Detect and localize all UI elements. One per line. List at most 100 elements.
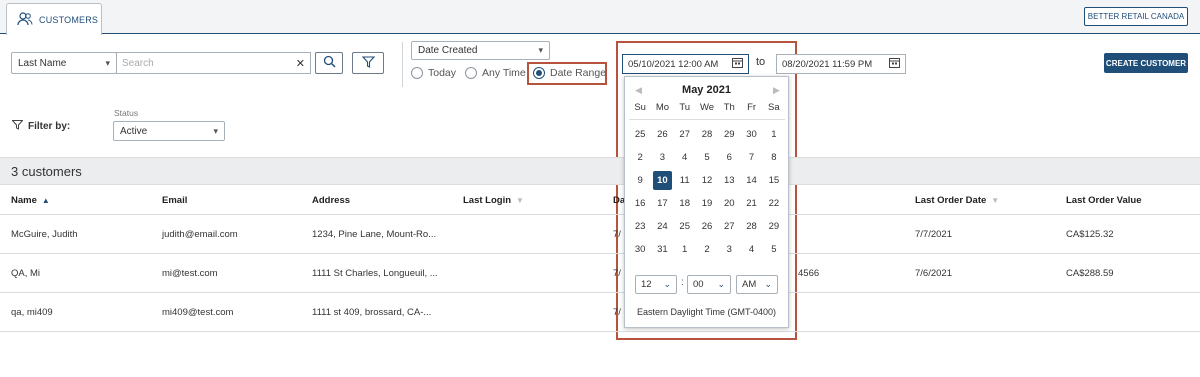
cell-name: McGuire, Judith: [11, 228, 78, 240]
ampm-select[interactable]: AM ⌄: [736, 275, 778, 294]
calendar-day[interactable]: 1: [763, 123, 785, 146]
col-header-label: Last Login: [463, 194, 512, 206]
calendar-day[interactable]: 15: [763, 169, 785, 192]
minute-select[interactable]: 00 ⌄: [687, 275, 731, 294]
search-field-select[interactable]: Last Name ▾: [11, 52, 117, 74]
date-type-value: Date Created: [418, 45, 478, 56]
col-header-name[interactable]: Name ▲: [11, 186, 50, 214]
radio-circle: [465, 67, 477, 79]
calendar-day[interactable]: 29: [718, 123, 740, 146]
calendar-day[interactable]: 17: [651, 192, 673, 215]
col-header-address[interactable]: Address: [312, 186, 350, 214]
col-header-label: Last Order Date: [915, 194, 987, 206]
col-header-label: Last Order Value: [1066, 194, 1142, 206]
calendar-icon[interactable]: [732, 57, 743, 71]
calendar-day[interactable]: 13: [718, 169, 740, 192]
calendar-day[interactable]: 5: [763, 238, 785, 261]
day-grid: 25 26 27 28 29 30 1 2 3 4 5 6 7 8 9 10 11 12 13 14 15 16 17 18 1…: [629, 123, 785, 261]
calendar-day[interactable]: 28: [740, 215, 762, 238]
date-to-value: 08/20/2021 11:59 PM: [782, 58, 873, 70]
tab-customers[interactable]: CUSTOMERS: [6, 3, 102, 35]
chevron-down-icon: ▾: [213, 125, 218, 136]
calendar-day[interactable]: 21: [740, 192, 762, 215]
calendar-day[interactable]: 10: [651, 169, 673, 192]
day-number: 3: [659, 152, 666, 163]
calendar-day[interactable]: 31: [651, 238, 673, 261]
cell-name: QA, Mi: [11, 267, 41, 279]
search-icon: [323, 55, 336, 71]
calendar-day[interactable]: 1: [674, 238, 696, 261]
calendar-day[interactable]: 28: [696, 123, 718, 146]
radio-any-time[interactable]: Any Time: [465, 67, 526, 79]
calendar-day[interactable]: 29: [763, 215, 785, 238]
day-number: 4: [748, 244, 755, 255]
calendar-day[interactable]: 27: [674, 123, 696, 146]
store-button[interactable]: BETTER RETAIL CANADA: [1084, 7, 1188, 26]
next-month-icon[interactable]: ▶: [773, 85, 780, 96]
calendar-day[interactable]: 4: [674, 146, 696, 169]
calendar-day[interactable]: 12: [696, 169, 718, 192]
calendar-day[interactable]: 14: [740, 169, 762, 192]
day-number: 11: [679, 175, 690, 186]
day-number: 16: [634, 198, 646, 209]
calendar-day[interactable]: 25: [674, 215, 696, 238]
calendar-day[interactable]: 26: [651, 123, 673, 146]
calendar-day[interactable]: 3: [651, 146, 673, 169]
status-select[interactable]: Active ▾: [113, 121, 225, 141]
calendar-day[interactable]: 30: [629, 238, 651, 261]
radio-today[interactable]: Today: [411, 67, 456, 79]
radio-date-range[interactable]: Date Range: [533, 67, 606, 79]
date-picker-popup: ◀ May 2021 ▶ Su Mo Tu We Th Fr Sa 25 26 27 28 29 30…: [624, 76, 789, 328]
calendar-icon[interactable]: [889, 57, 900, 71]
day-number: 23: [634, 221, 646, 232]
table-row[interactable]: McGuire, Judith judith@email.com 1234, P…: [0, 215, 1200, 253]
calendar-day[interactable]: 2: [629, 146, 651, 169]
calendar-day[interactable]: 26: [696, 215, 718, 238]
col-header-last-login[interactable]: Last Login ▼: [463, 186, 524, 214]
day-number: 9: [637, 175, 643, 186]
calendar-day[interactable]: 19: [696, 192, 718, 215]
cell-last-order-date: 7/6/2021: [915, 267, 952, 279]
day-number: 30: [634, 244, 646, 255]
calendar-day[interactable]: 25: [629, 123, 651, 146]
calendar-day[interactable]: 8: [763, 146, 785, 169]
calendar-day[interactable]: 9: [629, 169, 651, 192]
hour-value: 12: [641, 279, 652, 290]
clear-icon[interactable]: ✕: [296, 57, 305, 70]
calendar-day[interactable]: 18: [674, 192, 696, 215]
calendar-day[interactable]: 2: [696, 238, 718, 261]
day-number: 18: [679, 198, 690, 209]
table-row[interactable]: QA, Mi mi@test.com 1111 St Charles, Long…: [0, 254, 1200, 292]
calendar-day[interactable]: 7: [740, 146, 762, 169]
results-band: [0, 157, 1200, 185]
calendar-day[interactable]: 30: [740, 123, 762, 146]
radio-label: Any Time: [482, 67, 526, 79]
col-header-last-order-value[interactable]: Last Order Value: [1066, 186, 1142, 214]
calendar-day[interactable]: 23: [629, 215, 651, 238]
calendar-day[interactable]: 24: [651, 215, 673, 238]
hour-select[interactable]: 12 ⌄: [635, 275, 677, 294]
col-header-email[interactable]: Email: [162, 186, 187, 214]
calendar-day[interactable]: 27: [718, 215, 740, 238]
calendar-day[interactable]: 4: [740, 238, 762, 261]
calendar-day[interactable]: 3: [718, 238, 740, 261]
filter-button[interactable]: [352, 52, 384, 74]
calendar-day[interactable]: 6: [718, 146, 740, 169]
search-button[interactable]: [315, 52, 343, 74]
day-number: 26: [657, 129, 668, 140]
table-row[interactable]: qa, mi409 mi409@test.com 1111 st 409, br…: [0, 293, 1200, 331]
day-number: 6: [726, 152, 732, 163]
col-header-last-order-date[interactable]: Last Order Date ▼: [915, 186, 999, 214]
calendar-day[interactable]: 16: [629, 192, 651, 215]
calendar-day[interactable]: 11: [674, 169, 696, 192]
create-customer-button[interactable]: CREATE CUSTOMER: [1104, 53, 1188, 73]
date-type-select[interactable]: Date Created ▾: [411, 41, 550, 60]
calendar-day[interactable]: 5: [696, 146, 718, 169]
date-to-input[interactable]: 08/20/2021 11:59 PM: [776, 54, 906, 74]
calendar-day[interactable]: 20: [718, 192, 740, 215]
date-from-input[interactable]: 05/10/2021 12:00 AM: [622, 54, 749, 74]
search-input[interactable]: Search ✕: [116, 52, 311, 74]
cell-address: 1111 st 409, brossard, CA-...: [312, 306, 432, 318]
calendar-day[interactable]: 22: [763, 192, 785, 215]
day-number: 24: [657, 221, 668, 232]
